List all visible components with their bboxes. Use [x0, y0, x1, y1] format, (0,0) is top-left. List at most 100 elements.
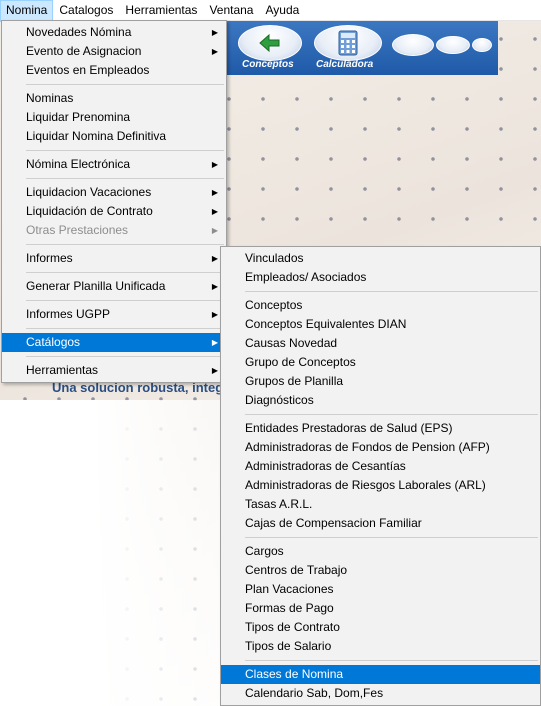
- toolbar-button-blank-3[interactable]: [472, 38, 492, 52]
- menu-separator: [26, 356, 224, 357]
- menu-item-label: Conceptos Equivalentes DIAN: [245, 317, 407, 331]
- menu-item-nomina-electronica[interactable]: Nómina Electrónica ▶: [2, 155, 226, 174]
- menu-ventana[interactable]: Ventana: [203, 0, 259, 20]
- chevron-right-icon: ▶: [211, 226, 218, 235]
- menu-separator: [26, 150, 224, 151]
- background-fade: [0, 400, 230, 706]
- menu-separator: [26, 84, 224, 85]
- chevron-right-icon: ▶: [211, 28, 218, 37]
- menu-item-label: Liquidación de Contrato: [26, 204, 153, 218]
- menu-catalogos[interactable]: Catalogos: [53, 0, 119, 20]
- menu-item-cargos[interactable]: Cargos: [221, 542, 540, 561]
- menu-item-label: Otras Prestaciones: [26, 223, 129, 237]
- menu-item-label: Vinculados: [245, 251, 304, 265]
- menu-item-novedades-nomina[interactable]: Novedades Nómina ▶: [2, 23, 226, 42]
- menu-item-herramientas[interactable]: Herramientas ▶: [2, 361, 226, 380]
- menu-item-label: Informes UGPP: [26, 307, 111, 321]
- menu-item-label: Tipos de Contrato: [245, 620, 340, 634]
- menu-item-otras-prestaciones: Otras Prestaciones ▶: [2, 221, 226, 240]
- menu-item-label: Nómina Electrónica: [26, 157, 131, 171]
- menu-item-liquidar-nomina-definitiva[interactable]: Liquidar Nomina Definitiva: [2, 127, 226, 146]
- menu-item-tasas-a-r-l[interactable]: Tasas A.R.L.: [221, 495, 540, 514]
- catalogos-submenu: Vinculados Empleados/ Asociados Conceptos C…: [220, 246, 541, 706]
- menu-item-administradoras-de-riesgos-laborales-arl[interactable]: Administradoras de Riesgos Laborales (AR…: [221, 476, 540, 495]
- menu-item-empleados-asociados[interactable]: Empleados/ Asociados: [221, 268, 540, 287]
- chevron-right-icon: ▶: [211, 207, 218, 216]
- menu-item-plan-vacaciones[interactable]: Plan Vacaciones: [221, 580, 540, 599]
- menu-item-label: Administradoras de Fondos de Pension (AF…: [245, 440, 490, 454]
- chevron-right-icon: ▶: [211, 310, 218, 319]
- menu-item-label: Grupos de Planilla: [245, 374, 344, 388]
- menu-item-generar-planilla-unificada[interactable]: Generar Planilla Unificada ▶: [2, 277, 226, 296]
- menu-ayuda[interactable]: Ayuda: [259, 0, 305, 20]
- menu-item-label: Grupo de Conceptos: [245, 355, 356, 369]
- chevron-right-icon: ▶: [211, 366, 218, 375]
- conceptos-label: Conceptos: [242, 59, 294, 70]
- menu-item-administradoras-de-cesantias[interactable]: Administradoras de Cesantías: [221, 457, 540, 476]
- menu-separator: [26, 178, 224, 179]
- menu-item-evento-de-asignacion[interactable]: Evento de Asignacion ▶: [2, 42, 226, 61]
- menu-item-label: Clases de Nomina: [245, 667, 344, 681]
- menu-item-cajas-de-compensacion-familiar[interactable]: Cajas de Compensacion Familiar: [221, 514, 540, 533]
- menu-item-liquidacion-de-contrato[interactable]: Liquidación de Contrato ▶: [2, 202, 226, 221]
- conceptos-button[interactable]: [238, 25, 302, 61]
- menu-item-label: Administradoras de Cesantías: [245, 459, 406, 473]
- menu-item-label: Centros de Trabajo: [245, 563, 348, 577]
- menu-nomina[interactable]: Nomina: [0, 0, 54, 22]
- calculadora-label: Calculadora: [316, 59, 374, 70]
- menu-item-label: Informes: [26, 251, 73, 265]
- toolbar-button-blank-2[interactable]: [436, 36, 470, 54]
- menu-item-vinculados[interactable]: Vinculados: [221, 249, 540, 268]
- menu-item-label: Calendario Sab, Dom,Fes: [245, 686, 384, 700]
- menu-item-informes-ugpp[interactable]: Informes UGPP ▶: [2, 305, 226, 324]
- chevron-right-icon: ▶: [211, 254, 218, 263]
- toolbar-button-blank-1[interactable]: [392, 34, 434, 56]
- menu-item-catalogos[interactable]: Catálogos ▶: [2, 333, 226, 352]
- chevron-right-icon: ▶: [211, 338, 218, 347]
- menu-item-liquidar-prenomina[interactable]: Liquidar Prenomina: [2, 108, 226, 127]
- menu-item-grupos-de-planilla[interactable]: Grupos de Planilla: [221, 372, 540, 391]
- menu-item-label: Diagnósticos: [245, 393, 314, 407]
- menu-item-label: Conceptos: [245, 298, 303, 312]
- menu-item-label: Liquidar Prenomina: [26, 110, 131, 124]
- menu-item-label: Plan Vacaciones: [245, 582, 334, 596]
- menu-item-nominas[interactable]: Nominas: [2, 89, 226, 108]
- menu-item-label: Causas Novedad: [245, 336, 338, 350]
- menu-item-label: Tipos de Salario: [245, 639, 332, 653]
- menu-item-clases-de-nomina[interactable]: Clases de Nomina: [221, 665, 540, 684]
- menu-herramientas[interactable]: Herramientas: [119, 0, 203, 20]
- menu-item-informes[interactable]: Informes ▶: [2, 249, 226, 268]
- menu-item-causas-novedad[interactable]: Causas Novedad: [221, 334, 540, 353]
- menu-item-formas-de-pago[interactable]: Formas de Pago: [221, 599, 540, 618]
- menu-separator: [245, 291, 538, 292]
- menu-bar: Nomina Catalogos Herramientas Ventana Ay…: [0, 0, 541, 22]
- menu-item-administradoras-de-fondos-de-pension-afp[interactable]: Administradoras de Fondos de Pension (AF…: [221, 438, 540, 457]
- chevron-right-icon: ▶: [211, 282, 218, 291]
- menu-item-tipos-de-salario[interactable]: Tipos de Salario: [221, 637, 540, 656]
- menu-item-label: Nominas: [26, 91, 74, 105]
- menu-item-liquidacion-vacaciones[interactable]: Liquidacion Vacaciones ▶: [2, 183, 226, 202]
- menu-item-label: Liquidar Nomina Definitiva: [26, 129, 167, 143]
- menu-item-eventos-en-empleados[interactable]: Eventos en Empleados: [2, 61, 226, 80]
- menu-item-diagnosticos[interactable]: Diagnósticos: [221, 391, 540, 410]
- menu-item-label: Herramientas: [26, 363, 99, 377]
- menu-item-centros-de-trabajo[interactable]: Centros de Trabajo: [221, 561, 540, 580]
- menu-item-calendario-sab-dom-fes[interactable]: Calendario Sab, Dom,Fes: [221, 684, 540, 703]
- menu-separator: [245, 660, 538, 661]
- menu-item-grupo-de-conceptos[interactable]: Grupo de Conceptos: [221, 353, 540, 372]
- menu-item-label: Administradoras de Riesgos Laborales (AR…: [245, 478, 486, 492]
- menu-separator: [26, 244, 224, 245]
- menu-item-label: Tasas A.R.L.: [245, 497, 313, 511]
- menu-item-tipos-de-contrato[interactable]: Tipos de Contrato: [221, 618, 540, 637]
- menu-item-label: Eventos en Empleados: [26, 63, 150, 77]
- menu-item-label: Evento de Asignacion: [26, 44, 142, 58]
- calculator-icon: [338, 30, 358, 56]
- chevron-right-icon: ▶: [211, 160, 218, 169]
- menu-item-conceptos[interactable]: Conceptos: [221, 296, 540, 315]
- chevron-right-icon: ▶: [211, 47, 218, 56]
- menu-item-conceptos-equivalentes-dian[interactable]: Conceptos Equivalentes DIAN: [221, 315, 540, 334]
- menu-item-entidades-prestadoras-de-salud-eps[interactable]: Entidades Prestadoras de Salud (EPS): [221, 419, 540, 438]
- menu-separator: [26, 328, 224, 329]
- menu-item-label: Catálogos: [26, 335, 81, 349]
- calculadora-button[interactable]: [314, 25, 382, 61]
